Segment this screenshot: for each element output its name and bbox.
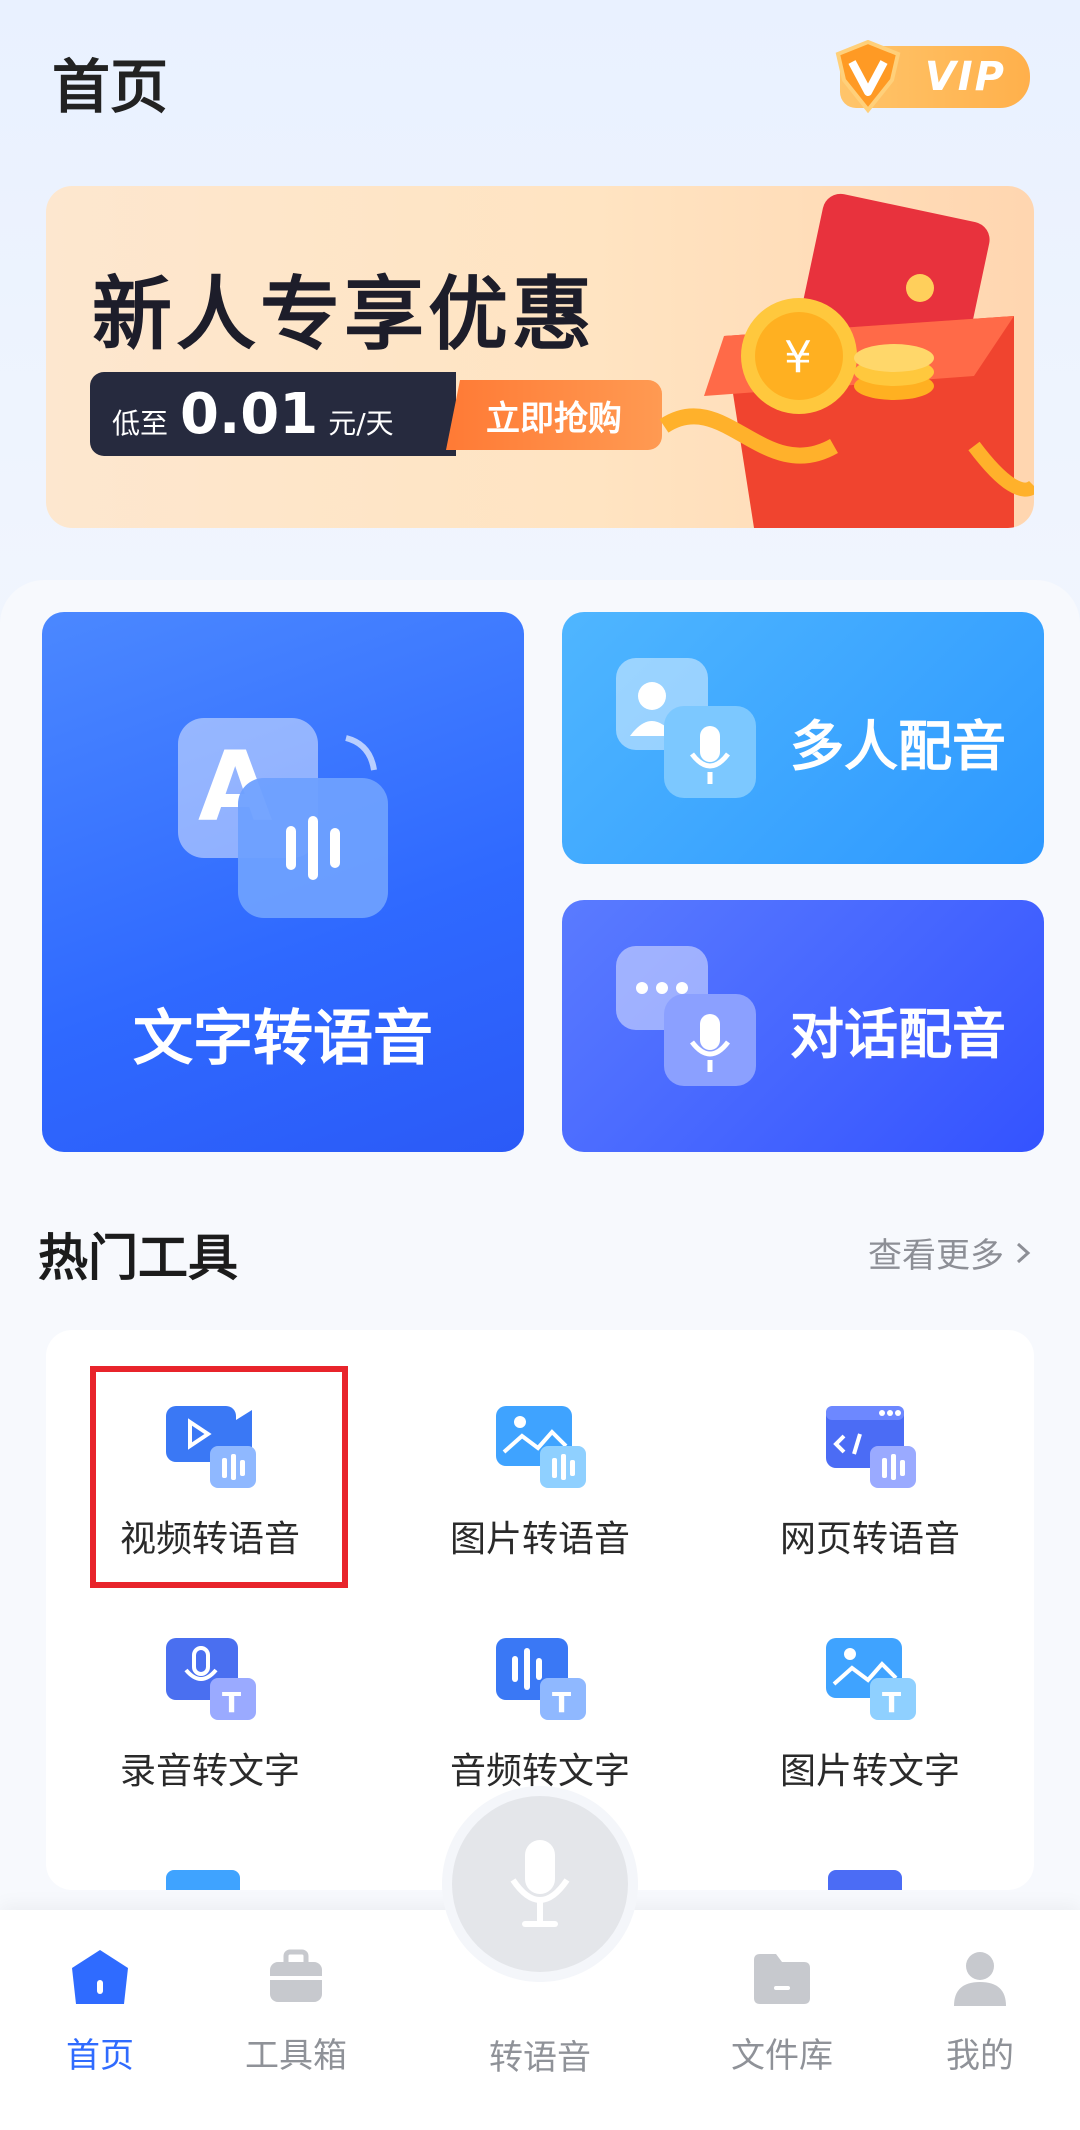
tool-image-to-speech[interactable]: 图片转语音 <box>390 1400 670 1600</box>
tool-row3-left-icon[interactable] <box>166 1870 240 1890</box>
audio-to-text-icon: T <box>496 1638 586 1720</box>
vip-badge[interactable]: VIP <box>835 40 1030 114</box>
nav-toolbox[interactable]: 工具箱 <box>226 1946 366 2077</box>
highlight-box <box>90 1366 348 1588</box>
briefcase-icon <box>270 1949 322 2002</box>
price-value: 0.01 <box>180 382 319 447</box>
tool-image-to-text[interactable]: T 图片转文字 <box>720 1632 1000 1832</box>
nav-to-speech-label[interactable]: 转语音 <box>440 2030 640 2079</box>
chevron-right-icon <box>1016 1242 1031 1263</box>
svg-text:T: T <box>222 1686 241 1719</box>
image-to-text-icon: T <box>826 1638 916 1720</box>
nav-toolbox-label: 工具箱 <box>245 2036 347 2076</box>
record-mic-button[interactable] <box>452 1796 628 1972</box>
home-icon <box>72 1950 128 2004</box>
svg-text:¥: ¥ <box>784 332 812 383</box>
vip-label: VIP <box>924 54 1006 100</box>
dialog-voice-icon <box>616 946 756 1086</box>
gift-box-icon: ¥ <box>659 193 1034 528</box>
see-more-label: 查看更多 <box>868 1236 1004 1276</box>
tool-label: 图片转文字 <box>779 1751 960 1792</box>
price-unit: 元/天 <box>328 407 394 440</box>
text-to-speech-card[interactable]: A 文字转语音 <box>42 612 524 1152</box>
dialog-dub-card[interactable]: 对话配音 <box>562 900 1044 1152</box>
text-to-speech-label: 文字转语音 <box>133 1004 433 1074</box>
nav-home[interactable]: 首页 <box>30 1946 170 2077</box>
header: 首页 VIP <box>0 0 1080 170</box>
microphone-icon <box>510 1840 570 1927</box>
nav-mine-label: 我的 <box>946 2036 1014 2076</box>
page-title: 首页 <box>52 53 169 121</box>
svg-text:T: T <box>882 1686 901 1719</box>
multi-voice-icon <box>616 658 756 798</box>
nav-mine[interactable]: 我的 <box>910 1946 1050 2077</box>
nav-files-label: 文件库 <box>731 2036 833 2076</box>
vip-diamond-icon <box>835 40 901 114</box>
tool-label: 音频转文字 <box>449 1751 630 1792</box>
dialog-dub-label: 对话配音 <box>790 1003 1006 1066</box>
nav-home-label: 首页 <box>66 2036 134 2076</box>
banner-title: 新人专享优惠 <box>92 268 596 361</box>
folder-icon <box>754 1954 810 2004</box>
buy-now-button[interactable]: 立即抢购 <box>446 380 662 450</box>
multi-dub-card[interactable]: 多人配音 <box>562 612 1044 864</box>
tool-label: 网页转语音 <box>779 1519 960 1560</box>
webpage-to-audio-icon <box>826 1406 916 1488</box>
tool-webpage-to-speech[interactable]: 网页转语音 <box>720 1400 1000 1600</box>
price-prefix: 低至 <box>112 407 169 440</box>
tool-label: 录音转文字 <box>119 1751 300 1792</box>
nav-files[interactable]: 文件库 <box>712 1946 852 2077</box>
tool-label: 图片转语音 <box>449 1519 630 1560</box>
multi-dub-label: 多人配音 <box>790 715 1006 778</box>
hot-tools-title: 热门工具 <box>38 1229 238 1287</box>
see-more-link[interactable]: 查看更多 <box>868 1228 1034 1277</box>
tool-row3-right-icon[interactable] <box>828 1870 902 1890</box>
user-icon <box>954 1952 1006 2006</box>
recording-to-text-icon: T <box>166 1638 256 1720</box>
promo-banner[interactable]: 新人专享优惠 低至 0.01 元/天 立即抢购 ¥ <box>46 186 1034 528</box>
price-pill: 低至 0.01 元/天 <box>90 372 456 456</box>
image-to-audio-icon <box>496 1406 586 1488</box>
text-to-speech-icon: A <box>178 718 388 918</box>
svg-text:T: T <box>552 1686 571 1719</box>
tool-recording-to-text[interactable]: T 录音转文字 <box>60 1632 340 1832</box>
